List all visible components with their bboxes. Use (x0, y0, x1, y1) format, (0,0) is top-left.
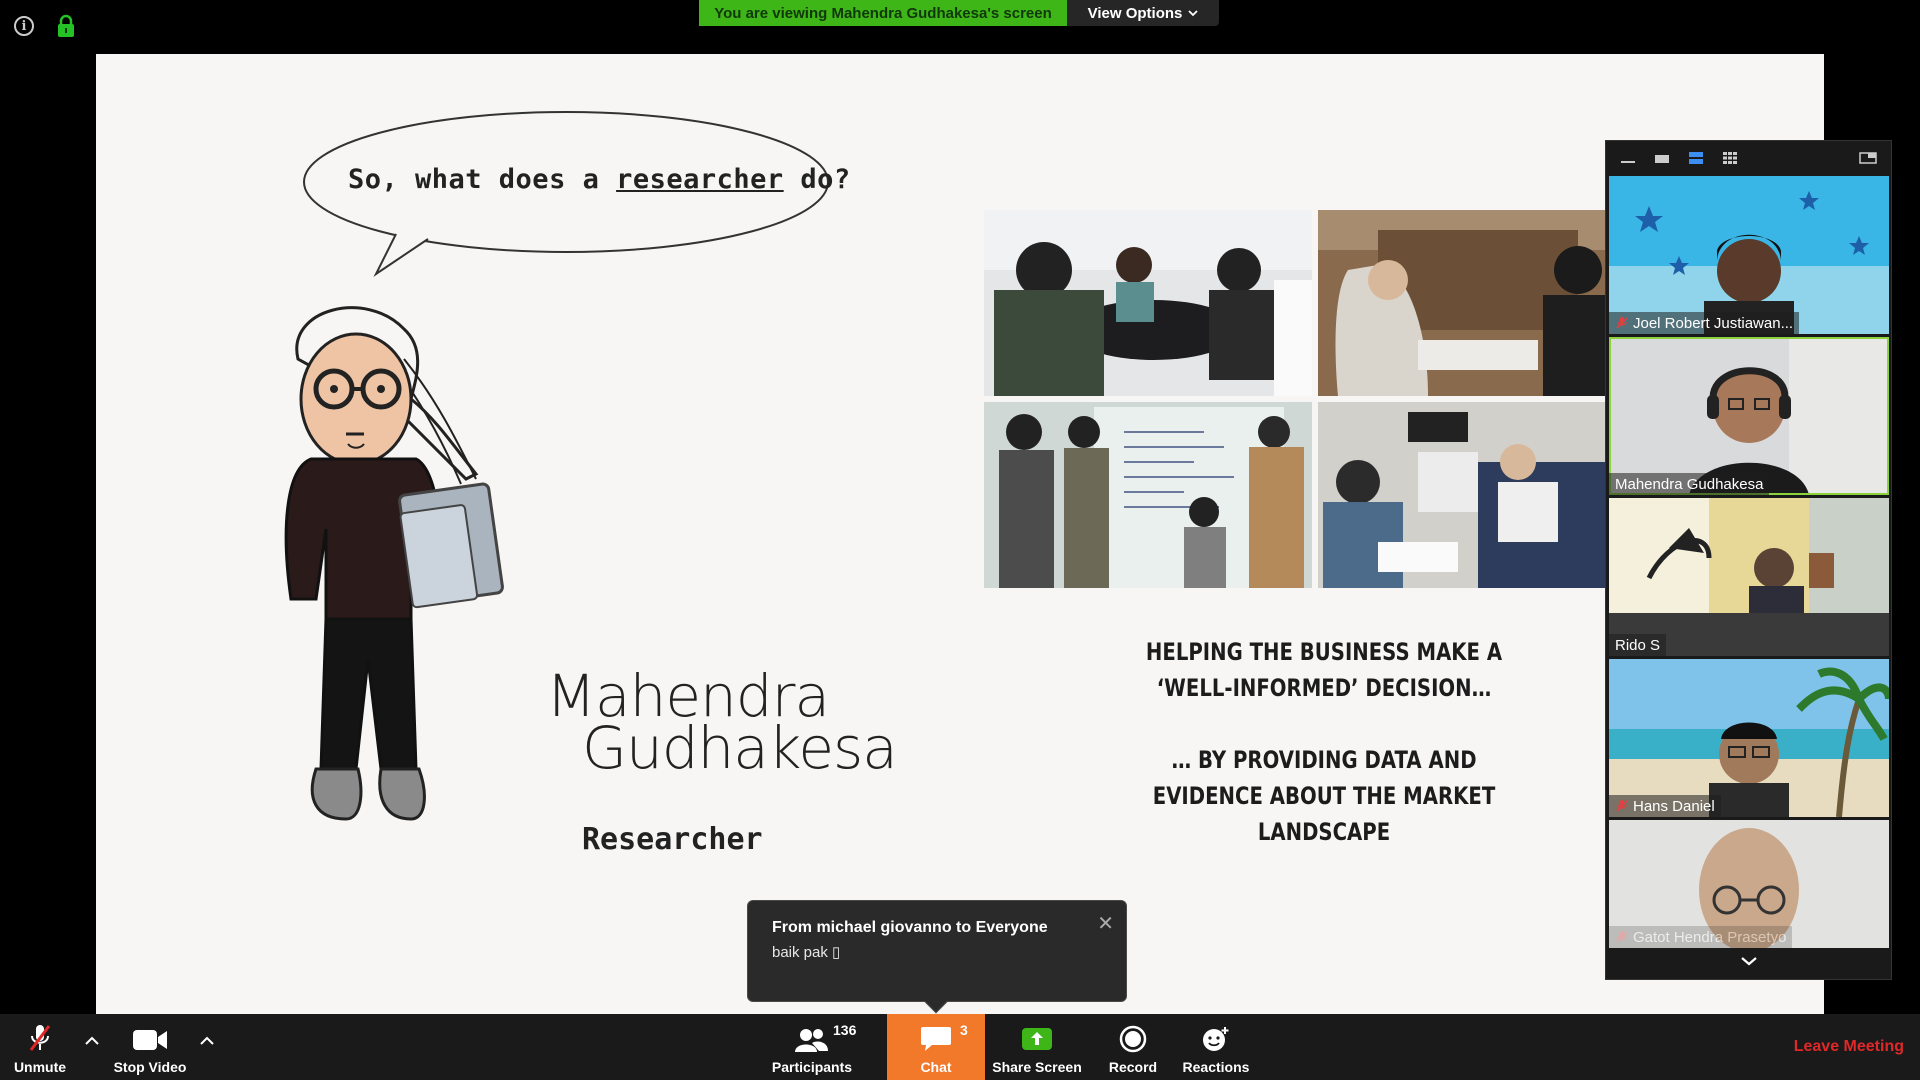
role-title: Researcher (582, 822, 763, 857)
participant-name: Mahendra Gudhakesa (1615, 475, 1764, 493)
chat-notification-message: baik pak ▯ (772, 944, 841, 961)
chat-label: Chat (920, 1059, 952, 1075)
grid-view-icon[interactable] (1722, 152, 1738, 164)
video-feed (1609, 176, 1889, 334)
participant-name-tag: Joel Robert Justiawan... (1609, 312, 1800, 334)
muted-mic-icon (1616, 931, 1628, 943)
participant-name: Joel Robert Justiawan... (1633, 314, 1794, 332)
chat-button[interactable]: Chat (887, 1014, 985, 1080)
view-options-label: View Options (1087, 4, 1183, 22)
video-camera-icon (133, 1030, 167, 1050)
viewing-screen-banner: You are viewing Mahendra Gudhakesa's scr… (699, 0, 1067, 26)
share-screen-label: Share Screen (992, 1059, 1082, 1075)
slide-question: So, what does a researcher do? (348, 164, 851, 195)
minimize-icon[interactable] (1620, 152, 1636, 164)
muted-mic-icon (1616, 800, 1628, 812)
close-icon[interactable]: ✕ (1097, 911, 1114, 936)
tagline-line-1: HELPING THE BUSINESS MAKE A ‘WELL-INFORM… (1145, 638, 1503, 702)
photo-living-room-visit (1318, 402, 1646, 588)
video-feed (1609, 337, 1889, 495)
meeting-toolbar: Unmute Stop Video Participants 136 Chat … (0, 1014, 1920, 1080)
participants-icon (795, 1029, 828, 1052)
photo-home-visit (1318, 210, 1646, 396)
pop-out-icon[interactable] (1859, 152, 1877, 164)
chevron-down-icon (1188, 10, 1199, 17)
leave-meeting-button[interactable]: Leave Meeting (1794, 1038, 1904, 1056)
muted-microphone-icon (29, 1025, 51, 1051)
record-icon (1119, 1025, 1147, 1053)
participants-count: 136 (833, 1022, 857, 1038)
info-icon[interactable]: i (14, 16, 34, 36)
participant-name-tag: Hans Daniel (1609, 795, 1721, 817)
view-options-button[interactable]: View Options (1067, 0, 1219, 26)
question-suffix: do? (783, 164, 851, 195)
unmute-button[interactable]: Unmute (6, 1014, 74, 1080)
record-button[interactable]: Record (1098, 1014, 1168, 1080)
question-underlined: researcher (616, 164, 784, 195)
participant-name: Hans Daniel (1633, 797, 1715, 815)
participants-label: Participants (771, 1059, 853, 1075)
participant-gallery: Joel Robert Justiawan... Mahendra Gudhak… (1605, 140, 1892, 980)
record-label: Record (1108, 1059, 1158, 1075)
participant-tile[interactable]: Rido S (1609, 498, 1889, 656)
reactions-button[interactable]: Reactions (1178, 1014, 1254, 1080)
lock-icon[interactable] (56, 14, 76, 38)
participant-tile[interactable]: Gatot Hendra Prasetyo (1609, 820, 1889, 948)
video-feed (1609, 659, 1889, 817)
slide-tagline: HELPING THE BUSINESS MAKE A ‘WELL-INFORM… (1137, 634, 1511, 850)
scroll-down-chevron-icon[interactable] (1740, 955, 1758, 967)
gallery-toolbar (1606, 141, 1891, 175)
reaction-smiley-icon (1203, 1027, 1229, 1051)
share-screen-button[interactable]: Share Screen (990, 1014, 1084, 1080)
name-line-2: Gudhakesa (582, 714, 898, 783)
stop-video-label: Stop Video (113, 1059, 187, 1075)
shared-screen: So, what does a researcher do? Mahendra … (96, 54, 1824, 1014)
muted-mic-icon (1616, 317, 1628, 329)
chat-notification[interactable]: From michael giovanno to Everyone baik p… (747, 900, 1127, 1014)
speaker-view-icon[interactable] (1654, 152, 1670, 164)
participant-tile[interactable]: Joel Robert Justiawan... (1609, 176, 1889, 334)
participant-tile-active-speaker[interactable]: Mahendra Gudhakesa (1609, 337, 1889, 495)
stop-video-button[interactable]: Stop Video (106, 1014, 194, 1080)
photo-whiteboard-session (984, 402, 1312, 588)
photo-interview-table (984, 210, 1312, 396)
chat-unread-count: 3 (960, 1022, 968, 1038)
top-left-icons: i (14, 14, 76, 38)
chat-notification-sender: From michael giovanno to Everyone (772, 919, 1048, 936)
name-logo: Mahendra Gudhakesa (546, 667, 898, 783)
speech-bubble-tail (373, 233, 429, 277)
audio-options-caret-icon[interactable] (84, 1036, 100, 1046)
question-prefix: So, what does a (348, 164, 617, 195)
unmute-label: Unmute (13, 1059, 67, 1075)
video-options-caret-icon[interactable] (199, 1036, 215, 1046)
participant-name-tag: Rido S (1609, 634, 1667, 656)
chat-bubble-icon (921, 1027, 951, 1051)
tagline-line-2: … BY PROVIDING DATA AND EVIDENCE ABOUT T… (1152, 746, 1496, 846)
participant-tile[interactable]: Hans Daniel (1609, 659, 1889, 817)
reactions-label: Reactions (1182, 1059, 1250, 1075)
share-screen-icon (1022, 1028, 1052, 1050)
zoom-meeting-window: i You are viewing Mahendra Gudhakesa's s… (0, 0, 1920, 1080)
participant-name-tag: Gatot Hendra Prasetyo (1609, 926, 1793, 948)
participant-name-tag: Mahendra Gudhakesa (1609, 473, 1770, 495)
participant-name: Gatot Hendra Prasetyo (1633, 928, 1787, 946)
photo-grid (984, 210, 1646, 592)
researcher-character (284, 306, 504, 821)
video-feed (1609, 498, 1889, 656)
participant-name: Rido S (1615, 636, 1661, 654)
strip-view-icon[interactable] (1688, 152, 1704, 164)
